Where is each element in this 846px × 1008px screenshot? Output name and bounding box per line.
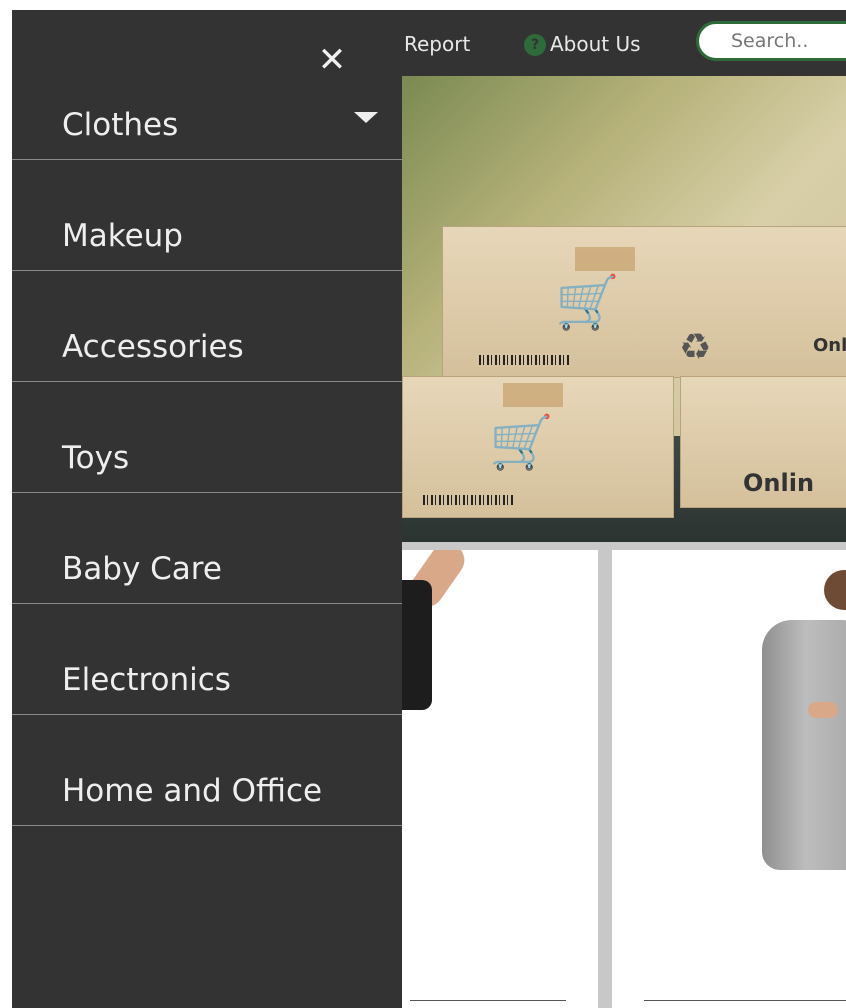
shipping-box-upper: 🛒 ♻ Onli	[442, 226, 846, 378]
shipping-box-lower-right: Onlin	[680, 376, 846, 508]
sidebar-item-electronics[interactable]: Electronics	[12, 604, 402, 715]
box-tape	[503, 383, 563, 407]
sidebar-item-home-and-office[interactable]: Home and Office	[12, 715, 402, 826]
barcode-graphic	[423, 495, 513, 505]
section-divider	[402, 542, 846, 550]
sidebar-item-toys[interactable]: Toys	[12, 382, 402, 493]
sidebar-item-label: Home and Office	[62, 773, 323, 809]
card-underline	[410, 1000, 566, 1001]
help-icon: ?	[524, 34, 546, 56]
nav-link-report[interactable]: Report	[404, 32, 470, 56]
category-list: Clothes Makeup Accessories Toys Baby Car…	[12, 96, 402, 826]
sidebar-item-accessories[interactable]: Accessories	[12, 271, 402, 382]
sidebar-item-baby-care[interactable]: Baby Care	[12, 493, 402, 604]
hero-banner-image: 🛒 ♻ Onli 🛒 Onlin	[402, 76, 846, 542]
product-card[interactable]	[612, 550, 846, 1008]
shopping-cart-icon: 🛒	[555, 273, 620, 333]
sidebar-item-label: Electronics	[62, 662, 231, 698]
box-label-upper: Onli	[813, 335, 846, 356]
model-gray-dress-image	[762, 620, 846, 870]
sidebar-item-label: Toys	[62, 440, 130, 476]
model-dark-dress-image	[402, 580, 432, 710]
shipping-box-lower-left: 🛒	[402, 376, 674, 518]
sidebar-item-label: Baby Care	[62, 551, 222, 587]
box-label-lower: Onlin	[743, 469, 815, 497]
nav-link-about-label: About Us	[550, 32, 641, 56]
model-hair-image	[824, 570, 846, 610]
close-icon[interactable]: ✕	[312, 40, 352, 80]
caret-down-icon[interactable]	[354, 112, 378, 123]
model-hand-image	[808, 702, 838, 718]
sidebar-item-label: Makeup	[62, 218, 183, 254]
box-tape	[575, 247, 635, 271]
sidebar-item-makeup[interactable]: Makeup	[12, 160, 402, 271]
card-underline	[644, 1000, 846, 1001]
recycle-icon: ♻	[679, 327, 712, 368]
sidebar-item-clothes[interactable]: Clothes	[12, 96, 402, 160]
card-gap	[598, 550, 612, 1008]
sidebar-menu: ✕ Clothes Makeup Accessories Toys Baby C…	[12, 10, 402, 1008]
sidebar-item-label: Accessories	[62, 329, 244, 365]
product-card[interactable]	[402, 550, 598, 1008]
barcode-graphic	[479, 355, 569, 365]
search-input[interactable]	[696, 21, 846, 61]
nav-link-about-us[interactable]: ? About Us	[524, 32, 641, 56]
sidebar-item-label: Clothes	[62, 107, 179, 143]
shopping-cart-icon: 🛒	[489, 413, 554, 473]
